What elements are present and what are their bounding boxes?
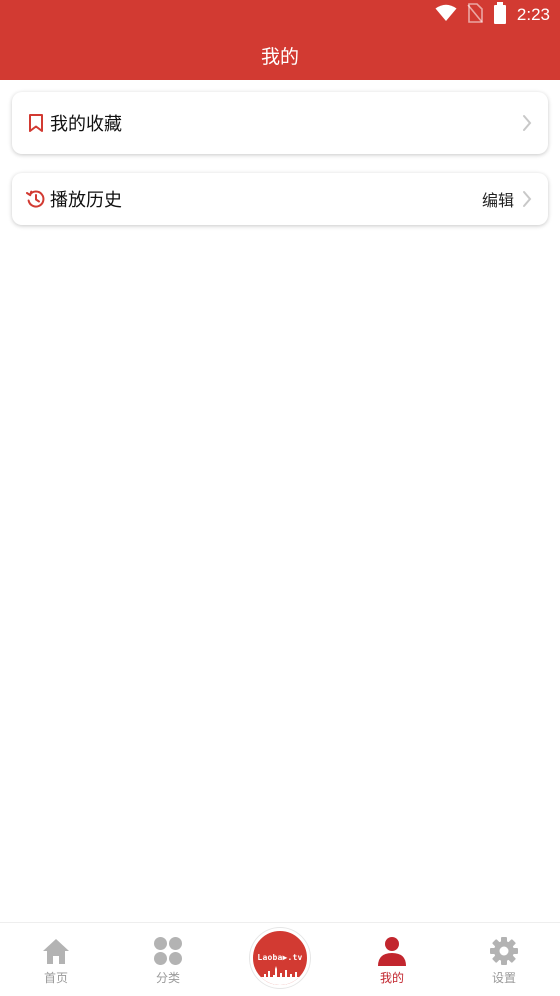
chevron-right-icon bbox=[520, 113, 534, 133]
status-icons: 2:23 bbox=[435, 2, 550, 28]
chevron-right-icon bbox=[520, 189, 534, 209]
no-sim-icon bbox=[467, 3, 483, 27]
nav-mine[interactable]: 我的 bbox=[336, 923, 448, 996]
history-label: 播放历史 bbox=[50, 190, 122, 211]
header: 2:23 我的 bbox=[0, 0, 560, 80]
nav-home[interactable]: 首页 bbox=[0, 923, 112, 996]
edit-button[interactable]: 编辑 bbox=[482, 187, 514, 211]
category-icon bbox=[152, 935, 184, 967]
bookmark-icon bbox=[26, 113, 46, 133]
nav-home-label: 首页 bbox=[43, 971, 68, 985]
favorites-row[interactable]: 我的收藏 bbox=[12, 92, 548, 154]
city-skyline-icon bbox=[261, 966, 299, 985]
status-time: 2:23 bbox=[516, 5, 550, 24]
gear-icon bbox=[488, 935, 520, 967]
app-logo-button[interactable]: Laoba▶.tv bbox=[250, 928, 310, 988]
app-root: 2:23 我的 我的收藏 播放历史 编辑 首页 分类 我的 设置 Laoba▶.… bbox=[0, 0, 560, 996]
history-icon bbox=[26, 189, 46, 209]
history-row[interactable]: 播放历史 编辑 bbox=[12, 173, 548, 225]
nav-category[interactable]: 分类 bbox=[112, 923, 224, 996]
battery-icon bbox=[493, 2, 507, 28]
home-icon bbox=[40, 935, 72, 967]
favorites-label: 我的收藏 bbox=[50, 114, 122, 135]
status-bar: 2:23 bbox=[0, 0, 560, 30]
nav-settings[interactable]: 设置 bbox=[448, 923, 560, 996]
user-icon bbox=[376, 935, 408, 967]
nav-mine-label: 我的 bbox=[379, 971, 404, 985]
wifi-icon bbox=[435, 4, 457, 26]
nav-settings-label: 设置 bbox=[491, 971, 516, 985]
page-title: 我的 bbox=[260, 45, 299, 68]
nav-category-label: 分类 bbox=[155, 971, 180, 985]
